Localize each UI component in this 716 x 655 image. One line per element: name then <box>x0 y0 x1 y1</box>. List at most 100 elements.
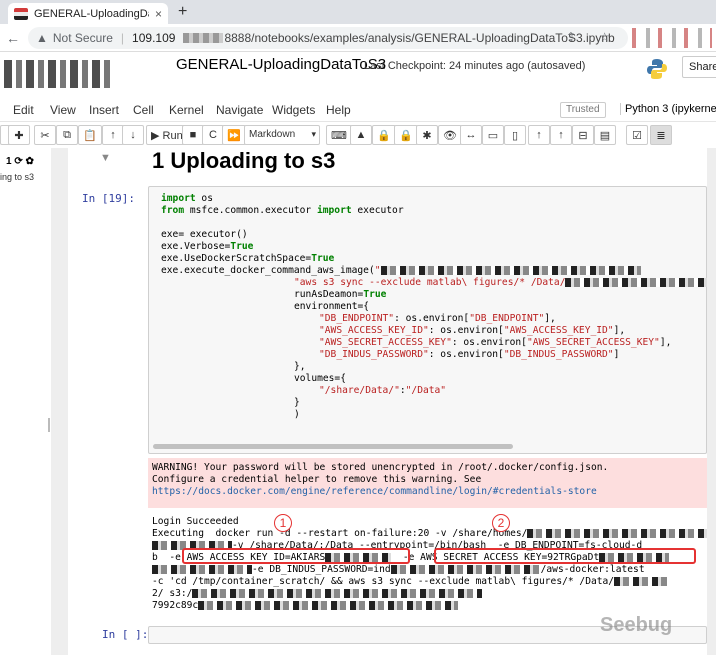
insert-cell-button[interactable]: ✚ <box>8 125 30 145</box>
list-icon[interactable]: ▤ <box>594 125 616 145</box>
notebook-title[interactable]: GENERAL-UploadingDataToS3 <box>176 56 386 73</box>
cell-type-select[interactable]: Markdown <box>244 125 320 145</box>
tab-title: GENERAL-UploadingDataToS3 <box>34 7 149 20</box>
code-token: executor <box>351 205 404 216</box>
paste-button[interactable]: 📋 <box>78 125 102 145</box>
output-token: 2/ s3:/ <box>152 588 193 599</box>
code-token: msfce.common.executor <box>184 205 317 216</box>
not-secure-label: Not Secure <box>52 31 113 45</box>
code-token: : os.environ[ <box>428 349 504 360</box>
code-token: "/share/Data/" <box>319 385 400 396</box>
seebug-watermark: Seebug <box>600 614 673 636</box>
empty-input-prompt: In [ ]: <box>102 628 149 641</box>
code-line: environment={ <box>294 301 370 312</box>
redacted-output <box>192 588 483 598</box>
code-token: exe.UseDockerScratchSpace= <box>161 253 312 264</box>
cut-button[interactable]: ✂ <box>34 125 56 145</box>
redacted-image-name <box>380 265 641 275</box>
output-token: -c 'cd /tmp/container_scratch/ && aws s3… <box>152 576 615 587</box>
toc-header-icons[interactable]: 1 ⟳ ✿ <box>6 156 34 167</box>
move-down-button[interactable]: ↓ <box>122 125 144 145</box>
menu-view[interactable]: View <box>50 103 76 117</box>
checkpoint-status: Last Checkpoint: 24 minutes ago (autosav… <box>364 60 586 72</box>
code-token: True <box>230 241 254 252</box>
code-cell-editor[interactable]: import os from msfce.common.executor imp… <box>148 186 707 454</box>
notebook-header: GENERAL-UploadingDataToS3 Last Checkpoin… <box>0 52 716 96</box>
code-token: ], <box>613 325 626 336</box>
annotation-marker-1: 1 <box>274 514 292 532</box>
browser-tab[interactable]: GENERAL-UploadingDataToS3 × <box>8 3 168 24</box>
highlight-secret-key <box>434 548 696 564</box>
code-token: "AWS_ACCESS_KEY_ID" <box>503 325 614 336</box>
redacted-s3-path <box>565 277 707 287</box>
notebook-toolbar: ▪ ✚ ✂ ⧉ 📋 ↑ ↓ ▶ Run ■ C ⏩ Markdown ⌨ ▲ 🔒… <box>0 123 716 147</box>
code-token: "/Data" <box>405 385 447 396</box>
interrupt-button[interactable]: ■ <box>182 125 204 145</box>
keyboard-icon[interactable]: ⌨ <box>326 125 352 145</box>
toc-toggle-icon[interactable]: ≣ <box>650 125 672 145</box>
trusted-badge[interactable]: Trusted <box>560 102 606 118</box>
eye-icon[interactable]: 👁 <box>438 125 462 145</box>
panel-icon[interactable]: ▭ <box>482 125 504 145</box>
horizontal-scrollbar[interactable] <box>153 444 513 449</box>
menu-edit[interactable]: Edit <box>13 103 34 117</box>
code-line: exe= executor() <box>161 229 248 240</box>
code-token: ], <box>659 337 672 348</box>
code-line: } <box>294 397 300 408</box>
lock-icon[interactable]: 🔒 <box>372 125 396 145</box>
python-logo-icon <box>647 59 667 79</box>
lock-icon-2[interactable]: 🔒 <box>394 125 418 145</box>
toc-item-uploading[interactable]: ing to s3 <box>0 172 34 182</box>
new-tab-button[interactable]: + <box>178 3 187 21</box>
url-separator: | <box>120 31 125 45</box>
redacted-output <box>198 600 459 610</box>
close-tab-icon[interactable]: × <box>155 7 162 21</box>
move-up-button[interactable]: ↑ <box>102 125 124 145</box>
url-host: 109.109 <box>132 31 176 45</box>
code-token: os <box>195 193 213 204</box>
redacted-output <box>390 564 541 574</box>
asterisk-icon[interactable]: ✱ <box>416 125 438 145</box>
docker-docs-link[interactable]: https://docs.docker.com/engine/reference… <box>152 486 597 497</box>
copy-button[interactable]: ⧉ <box>56 125 78 145</box>
up-arrow-icon-2[interactable]: ↑ <box>550 125 572 145</box>
panel-resize-handle[interactable] <box>48 418 50 432</box>
code-token: ] <box>613 349 620 360</box>
menu-help[interactable]: Help <box>326 103 351 117</box>
redacted-logo <box>4 60 114 88</box>
share-bookmark-icons[interactable]: ⇪ ☆ <box>566 30 620 44</box>
split-panel-icon[interactable]: ▯ <box>504 125 526 145</box>
code-token: "DB_ENDPOINT" <box>469 313 545 324</box>
restart-run-all-button[interactable]: ⏩ <box>222 125 246 145</box>
menu-kernel[interactable]: Kernel <box>169 103 204 117</box>
share-button[interactable]: Share <box>682 56 716 78</box>
code-token: "DB_INDUS_PASSWORD" <box>503 349 614 360</box>
collapse-up-icon[interactable]: ▲ <box>350 125 372 145</box>
code-token: True <box>311 253 335 264</box>
code-line: volumes={ <box>294 373 346 384</box>
output-line: Login Succeeded <box>152 516 239 527</box>
code-token: runAsDeamon= <box>294 289 364 300</box>
table-icon[interactable]: ⊟ <box>572 125 594 145</box>
kernel-indicator: Python 3 (ipykernel) <box>620 103 716 115</box>
annotation-marker-2: 2 <box>492 514 510 532</box>
output-token: 7992c89c <box>152 600 199 611</box>
url-omnibox[interactable]: ▲ Not Secure | 109.109 8888/notebooks/ex… <box>28 27 628 49</box>
warning-line: WARNING! Your password will be stored un… <box>152 462 609 473</box>
output-token: -e DB_INDUS_PASSWORD=ind <box>252 564 391 575</box>
code-token: "DB_INDUS_PASSWORD" <box>319 349 429 360</box>
up-arrow-icon[interactable]: ↑ <box>528 125 550 145</box>
code-token: import <box>316 205 352 216</box>
back-arrow-icon[interactable]: ← <box>6 30 20 46</box>
menu-cell[interactable]: Cell <box>133 103 154 117</box>
menu-insert[interactable]: Insert <box>89 103 119 117</box>
expand-arrows-icon[interactable]: ↔ <box>460 125 482 145</box>
restart-button[interactable]: C <box>202 125 224 145</box>
code-token: from <box>161 205 185 216</box>
menu-widgets[interactable]: Widgets <box>272 103 315 117</box>
collapse-caret-icon[interactable]: ▼ <box>100 152 111 164</box>
flag-favicon-icon <box>14 7 28 20</box>
output-token: /aws-docker:latest <box>540 564 645 575</box>
menu-navigate[interactable]: Navigate <box>216 103 263 117</box>
checkbox-icon[interactable]: ☑ <box>626 125 648 145</box>
